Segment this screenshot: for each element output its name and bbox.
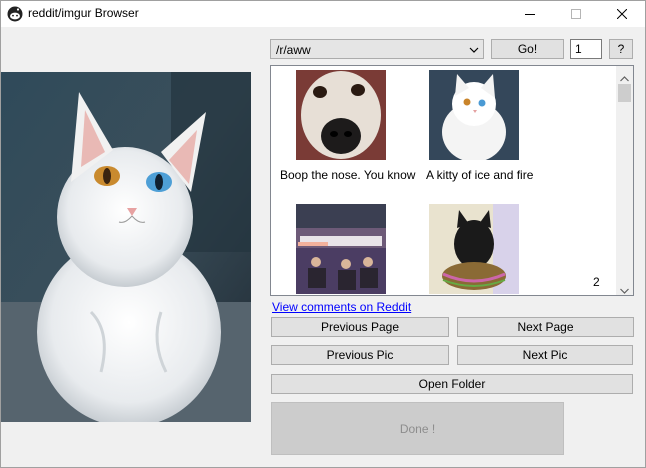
- previous-page-button[interactable]: Previous Page: [271, 317, 449, 337]
- gallery-item[interactable]: Boop the nose. You know: [280, 70, 415, 182]
- previous-pic-button[interactable]: Previous Pic: [271, 345, 449, 365]
- gallery-count: 2: [593, 275, 600, 289]
- app-window: reddit/imgur Browser /r/aww Go! 1 ? Boop…: [0, 0, 646, 468]
- black-cat-basket-thumbnail[interactable]: [429, 204, 519, 294]
- maximize-button[interactable]: [553, 1, 599, 27]
- help-button[interactable]: ?: [609, 39, 633, 59]
- view-comments-link[interactable]: View comments on Reddit: [272, 300, 411, 314]
- gallery-item[interactable]: [429, 204, 519, 294]
- subreddit-select[interactable]: /r/aww: [270, 39, 484, 59]
- go-button[interactable]: Go!: [491, 39, 564, 59]
- open-folder-button[interactable]: Open Folder: [271, 374, 633, 394]
- subreddit-select-value: /r/aww: [276, 43, 311, 57]
- close-button[interactable]: [599, 1, 645, 27]
- scroll-down-icon[interactable]: [620, 283, 629, 295]
- gallery-item[interactable]: A kitty of ice and fire: [426, 70, 533, 182]
- thumbnail-gallery: Boop the nose. You know A kitty of ice a…: [270, 65, 634, 296]
- parliament-thumbnail[interactable]: [296, 204, 386, 294]
- chevron-down-icon: [469, 44, 479, 58]
- page-number-input[interactable]: 1: [570, 39, 602, 59]
- minimize-button[interactable]: [507, 1, 553, 27]
- main-image: [1, 72, 251, 422]
- white-cat-thumbnail[interactable]: [429, 70, 519, 160]
- gallery-item[interactable]: [296, 204, 386, 294]
- gallery-scrollbar[interactable]: [616, 66, 633, 295]
- reddit-alien-icon: [7, 6, 23, 22]
- next-pic-button[interactable]: Next Pic: [457, 345, 633, 365]
- gallery-caption: Boop the nose. You know: [280, 168, 416, 182]
- gallery-caption: A kitty of ice and fire: [426, 168, 534, 182]
- done-button[interactable]: Done !: [271, 402, 564, 455]
- title-bar: reddit/imgur Browser: [1, 1, 645, 27]
- scroll-up-icon[interactable]: [620, 71, 629, 85]
- window-title: reddit/imgur Browser: [28, 6, 139, 20]
- scrollbar-thumb[interactable]: [618, 84, 631, 102]
- dog-nose-thumbnail[interactable]: [296, 70, 386, 160]
- next-page-button[interactable]: Next Page: [457, 317, 634, 337]
